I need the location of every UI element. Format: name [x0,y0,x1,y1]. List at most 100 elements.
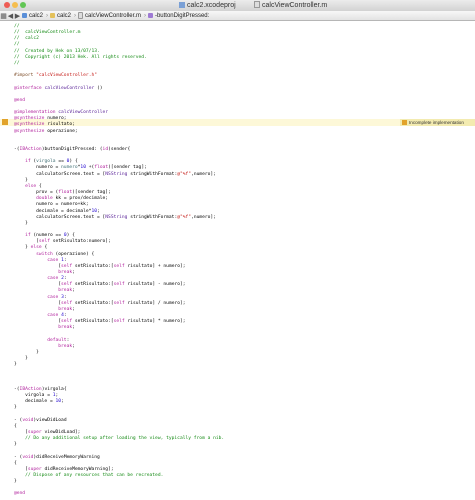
code-line[interactable]: } [14,441,17,448]
code-token: } [14,405,17,411]
code-token: )didReceiveMemoryWarning [33,454,100,460]
code-token: ; [72,343,75,349]
code-line[interactable]: } [14,478,17,485]
code-token: // Dispose of any resources that can be … [14,472,164,478]
code-token: } [14,442,17,448]
breadcrumb-method[interactable]: -buttonDigitPressed: [147,13,210,19]
code-token: @"%f" [177,171,192,177]
code-token: NSString [105,171,128,177]
code-token: ,numero]; [191,171,216,177]
folder-icon [50,13,56,18]
file-icon [78,12,84,19]
code-token: calcViewController [44,85,95,91]
project-icon [179,2,185,8]
issue-warning-bar[interactable]: Incomplete implementation [400,119,475,126]
related-items-icon[interactable]: ▦ [0,12,7,20]
code-token: setRisultato:[ [72,319,114,325]
code-token: decimale = [14,399,56,405]
close-window-button[interactable] [4,2,10,8]
code-editor[interactable]: Incomplete implementation //// calcViewC… [0,21,475,500]
code-token: risultato] - numero]; [124,282,186,288]
code-line[interactable]: } [14,404,17,411]
code-token: "calcViewController.h" [36,73,97,79]
code-token: IBAction [19,147,42,152]
tab-file[interactable]: calcViewController.m [250,1,331,10]
chevron-right-icon: › [143,12,146,19]
code-token: setRisultato:[ [72,282,114,288]
code-line[interactable]: @end [14,97,25,104]
code-token: @synthesize [14,128,45,134]
code-line[interactable]: } [14,220,28,227]
code-line[interactable]: break; [14,324,75,331]
code-token: } [14,362,17,368]
code-token: break [58,325,73,331]
code-line[interactable]: } [14,361,17,368]
code-token: () [94,85,103,91]
code-token: ; [72,288,75,294]
code-token: @interface [14,85,42,91]
code-line[interactable]: calculatorScreen.text = [NSString string… [14,171,216,178]
code-line[interactable]: @interface calcViewController () [14,85,103,92]
code-token: )viewDidLoad [33,417,67,423]
code-line[interactable]: // Do any additional setup after loading… [14,435,224,442]
code-token: ; [61,399,64,405]
code-line[interactable]: calculatorScreen.text = [NSString string… [14,214,216,221]
code-token: self [113,319,125,325]
breadcrumb-file[interactable]: calcViewController.m › [77,12,147,19]
code-token: self [113,300,125,306]
window-titlebar: calc2.xcodeproj calcViewController.m [0,0,475,11]
code-line[interactable]: - (void)viewDidLoad [14,417,67,424]
code-token: setRisultato:[ [72,300,114,306]
code-token: stringWithFormat: [127,214,178,220]
code-token: NSString [105,214,128,220]
code-line[interactable]: // Copyright (c) 2013 Hek. All rights re… [14,54,147,61]
breadcrumb-project[interactable]: calc2 › [21,13,49,19]
code-line[interactable]: -(IBAction)buttonDigitPressed: (id)sende… [14,146,130,153]
code-token: break [58,343,73,349]
file-icon [254,1,260,8]
code-token: @end [14,97,26,103]
code-line[interactable]: - (void)didReceiveMemoryWarning [14,454,100,461]
warning-icon [402,120,407,125]
code-line[interactable]: #import "calcViewController.h" [14,72,97,79]
code-token: risultato] * numero]; [124,319,186,325]
code-token: // Do any additional setup after loading… [14,436,225,442]
chevron-right-icon: › [46,12,49,19]
code-token: void [22,454,34,460]
code-token: operazione; [44,128,78,134]
code-token: ,numero]; [191,214,216,220]
jump-bar: ▦ ◀ ▶ calc2 › calc2 › calcViewController.m… [0,11,475,21]
code-line[interactable]: @synthesize operazione; [14,128,78,135]
code-token: @"%f" [177,214,192,220]
forward-arrow-icon[interactable]: ▶ [14,12,21,20]
project-icon [22,13,27,18]
code-token: risultato] / numero]; [124,300,186,306]
code-token: setRisultato:[ [72,263,114,269]
code-token: setRisultato:numero]; [49,239,111,245]
editor-gutter[interactable] [0,21,12,500]
code-token: void [22,417,34,423]
code-token: ; [72,306,75,312]
breadcrumb-folder[interactable]: calc2 › [49,13,77,19]
code-line[interactable]: // [14,60,20,67]
code-token: @end [14,491,26,497]
code-token: ; [72,325,75,331]
method-icon [147,13,153,18]
code-token: stringWithFormat: [127,171,178,177]
code-token: } [14,220,28,226]
code-token: } [14,479,17,485]
code-token: #import [14,73,37,79]
chevron-right-icon: › [74,12,77,19]
back-arrow-icon[interactable]: ◀ [7,12,14,20]
warning-icon[interactable] [2,119,8,125]
code-token: self [113,263,125,269]
code-line[interactable]: @end [14,490,25,497]
zoom-window-button[interactable] [20,2,26,8]
code-token: self [113,282,125,288]
tab-project[interactable]: calc2.xcodeproj [175,1,240,10]
code-line[interactable]: decimale = 10; [14,398,64,405]
minimize-window-button[interactable] [12,2,18,8]
code-line[interactable]: // Dispose of any resources that can be … [14,472,163,479]
code-token: )sender{ [108,147,131,152]
